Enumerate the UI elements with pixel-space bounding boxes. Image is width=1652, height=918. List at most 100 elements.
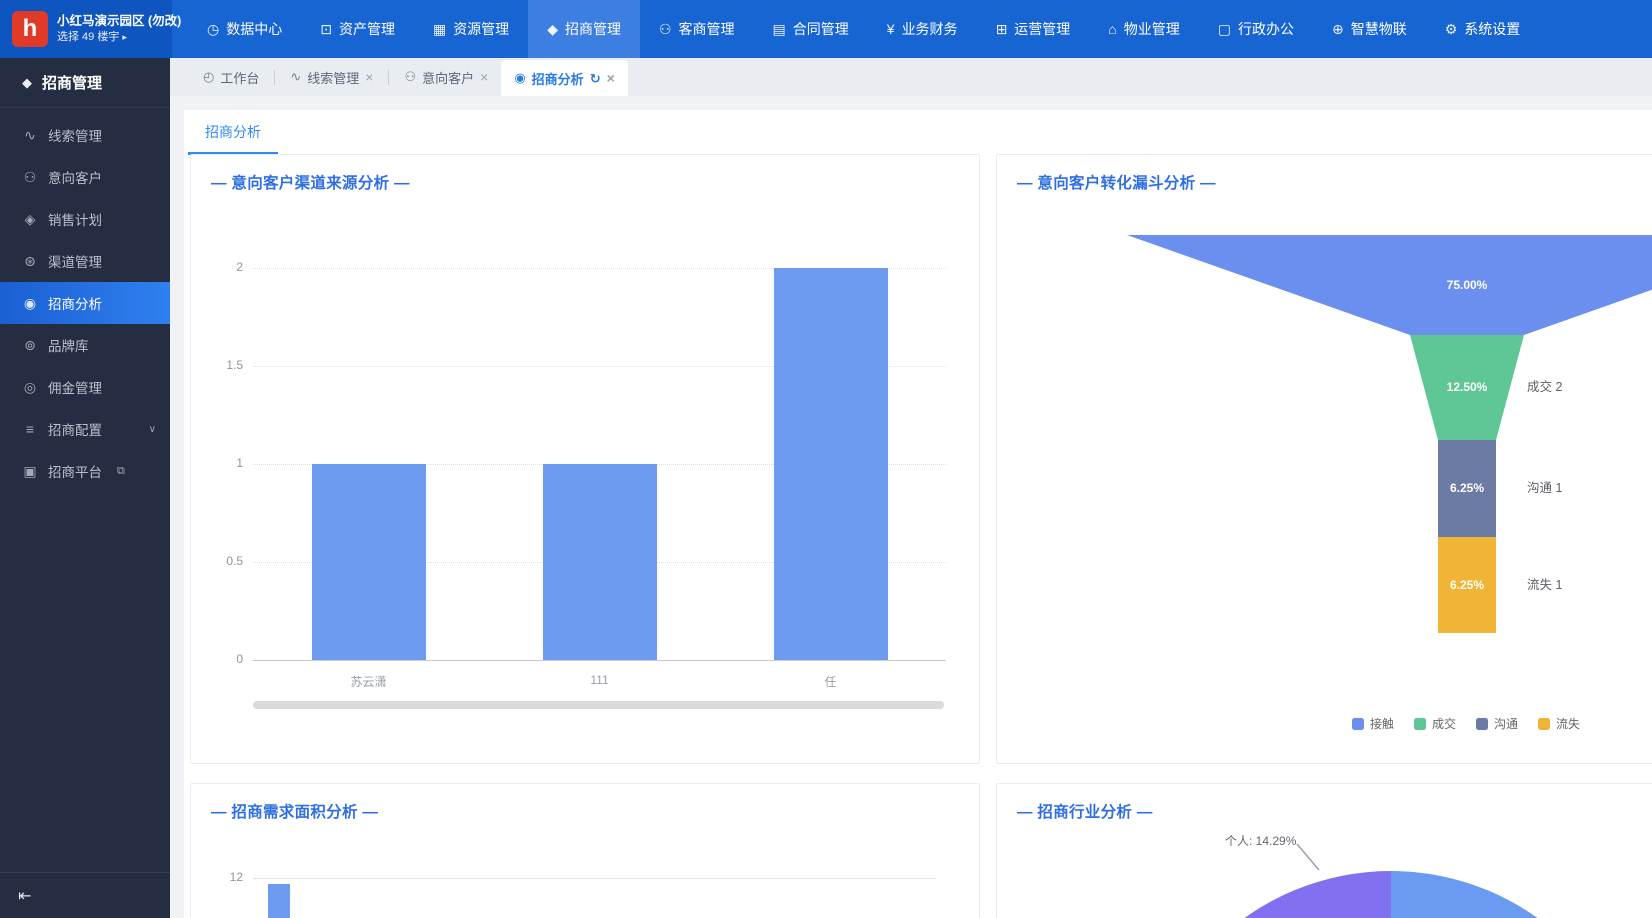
funnel-outside-label: 流失 1 [1527,577,1562,592]
collapse-sidebar-icon[interactable]: ⇤ [18,886,31,906]
merchant-icon: ⚇ [659,21,672,38]
x-axis-label: 任 [824,673,836,690]
sidebar-item-品牌库[interactable]: ⊚品牌库 [0,324,170,366]
tab-招商分析[interactable]: ◉ 招商分析 ↻ × [501,60,627,96]
funnel-percent-label: 75.00% [1447,278,1488,292]
y-tick-label: 0.5 [191,554,243,568]
sidebar-item-招商配置[interactable]: ≡招商配置∨ [0,408,170,450]
tab-separator [274,70,275,85]
admin-icon: ▢ [1218,21,1231,38]
sidebar-item-意向客户[interactable]: ⚇意向客户 [0,156,170,198]
sidebar-item-渠道管理[interactable]: ⊛渠道管理 [0,240,170,282]
sidebar-menu: ∿线索管理⚇意向客户◈销售计划⊛渠道管理◉招商分析⊚品牌库◎佣金管理≡招商配置∨… [0,108,170,492]
investment-icon: ◆ [547,21,558,38]
nav-item-业务财务[interactable]: ¥业务财务 [868,0,977,58]
nav-item-数据中心[interactable]: ◷数据中心 [188,0,301,58]
legend-item-沟通[interactable]: 沟通 [1476,715,1518,732]
funnel-percent-label: 6.25% [1450,578,1484,592]
nav-item-label: 资源管理 [453,19,509,39]
chart-title: — 招商需求面积分析 — [211,800,378,822]
legend-label: 流失 [1556,715,1580,732]
nav-item-系统设置[interactable]: ⚙系统设置 [1426,0,1540,58]
tab-label: 招商分析 [532,69,584,88]
close-icon[interactable]: × [365,70,373,84]
tab-bar: ◴工作台 ∿ 线索管理 × ⚇ 意向客户 × ◉ 招商分析 ↻ × [170,58,1652,96]
clue-icon: ∿ [290,69,301,85]
legend-swatch [1476,718,1488,730]
y-tick-label: 2 [191,260,243,274]
logo-letter: h [23,15,38,43]
top-nav-menu: ◷数据中心⊡资产管理▦资源管理◆招商管理⚇客商管理▤合同管理¥业务财务⊞运营管理… [188,0,1539,58]
pie-slice-label: 个人: 14.29% [1225,832,1296,849]
datazoom-slider[interactable] [253,701,944,709]
nav-item-label: 物业管理 [1124,19,1180,39]
y-tick-label: 0 [191,652,243,666]
nav-item-招商管理[interactable]: ◆招商管理 [528,0,640,58]
legend-swatch [1414,718,1426,730]
sidebar-item-招商平台[interactable]: ▣招商平台⧉ [0,450,170,492]
bar-111[interactable] [543,464,657,660]
iot-icon: ⊕ [1332,21,1344,38]
legend-item-成交[interactable]: 成交 [1414,715,1456,732]
sidebar-item-label: 招商配置 [48,419,102,439]
legend-item-接触[interactable]: 接触 [1352,715,1394,732]
sidebar-title: ◆ 招商管理 [0,58,170,108]
customer-icon: ⚇ [404,69,416,85]
sidebar-item-label: 渠道管理 [48,251,102,271]
nav-item-资产管理[interactable]: ⊡资产管理 [301,0,414,58]
refresh-icon[interactable]: ↻ [590,72,601,85]
park-name: 小红马演示园区 (勿改) [57,13,181,30]
nav-item-合同管理[interactable]: ▤合同管理 [754,0,868,58]
tab-label: 线索管理 [307,68,359,87]
dashboard-icon: ◴ [203,69,214,85]
commission-icon: ◎ [22,379,38,396]
bar[interactable] [268,884,290,918]
sidebar-title-label: 招商管理 [42,72,102,93]
tab-意向客户[interactable]: ⚇ 意向客户 × [391,58,501,96]
sidebar-item-销售计划[interactable]: ◈销售计划 [0,198,170,240]
pie-circle[interactable] [1139,871,1643,918]
sidebar-item-佣金管理[interactable]: ◎ 佣金管理 [0,366,170,408]
tab-工作台[interactable]: ◴工作台 [190,58,272,96]
chart-card-area-demand: — 招商需求面积分析 — 12 [190,783,980,918]
tab-separator [388,70,389,85]
bar-任[interactable] [774,268,888,660]
legend-label: 接触 [1370,715,1394,732]
close-icon[interactable]: × [480,70,488,84]
page-tabs: 招商分析 [184,110,1652,154]
nav-item-行政办公[interactable]: ▢行政办公 [1199,0,1313,58]
funnel-percent-label: 6.25% [1450,481,1484,495]
bar-苏云潇[interactable] [312,464,426,660]
y-tick-label: 12 [191,870,243,884]
finance-icon: ¥ [887,21,895,37]
nav-item-label: 资产管理 [339,19,395,39]
sidebar-item-label: 品牌库 [48,335,89,355]
chevron-down-icon: ∨ [149,424,156,435]
nav-item-客商管理[interactable]: ⚇客商管理 [640,0,754,58]
clue-icon: ∿ [22,127,38,144]
nav-item-物业管理[interactable]: ⌂物业管理 [1089,0,1198,58]
legend-item-流失[interactable]: 流失 [1538,715,1580,732]
sidebar-item-线索管理[interactable]: ∿线索管理 [0,114,170,156]
nav-item-运营管理[interactable]: ⊞运营管理 [977,0,1090,58]
sales-plan-icon: ◈ [22,211,38,228]
top-nav: h 小红马演示园区 (勿改) 选择 49 楼宇 ▸ ◷数据中心⊡资产管理▦资源管… [0,0,1652,58]
sidebar-item-label: 佣金管理 [48,377,102,397]
logo-block[interactable]: h 小红马演示园区 (勿改) 选择 49 楼宇 ▸ [0,0,172,58]
platform-icon: ▣ [22,463,38,480]
tab-线索管理[interactable]: ∿ 线索管理 × [277,58,386,96]
app-logo: h [12,11,48,47]
settings-gear-icon: ⚙ [1445,21,1458,38]
tab-label: 意向客户 [422,68,474,87]
close-icon[interactable]: × [607,71,615,85]
funnel-segment-接触[interactable] [1127,235,1652,335]
page-tab-analysis[interactable]: 招商分析 [188,110,278,155]
sidebar-item-招商分析[interactable]: ◉招商分析 [0,282,170,324]
triangle-right-icon: ▸ [122,32,127,42]
nav-item-智慧物联[interactable]: ⊕智慧物联 [1313,0,1426,58]
analysis-icon: ◉ [514,70,525,86]
funnel-legend: 接触 成交 沟通 流失 [997,715,1652,732]
nav-item-资源管理[interactable]: ▦资源管理 [414,0,528,58]
park-selector[interactable]: 选择 49 楼宇 ▸ [57,30,181,45]
sidebar-item-label: 意向客户 [48,167,102,187]
